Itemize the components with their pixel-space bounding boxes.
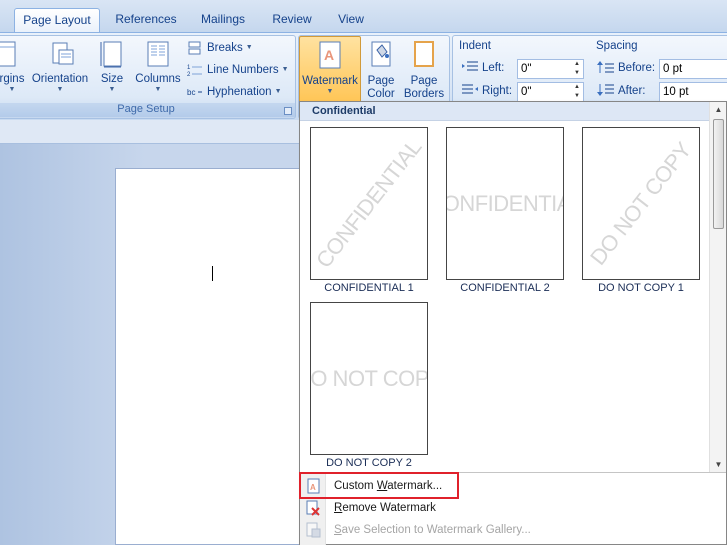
document-page[interactable] xyxy=(115,168,315,545)
indent-left-icon xyxy=(462,61,478,71)
watermark-thumbnail-do-not-copy-2[interactable]: DO NOT COPY xyxy=(310,302,428,455)
remove-watermark-label: Remove Watermark xyxy=(334,502,436,514)
watermark-preview-text: CONFIDENTIAL xyxy=(447,190,563,216)
breaks-icon xyxy=(188,41,201,55)
columns-icon xyxy=(147,41,169,67)
breaks-label: Breaks xyxy=(207,42,243,54)
orientation-icon xyxy=(52,42,74,65)
ribbon-tab-row: Page Layout References Mailings Review V… xyxy=(0,0,727,32)
hyphenation-label: Hyphenation xyxy=(207,86,272,98)
dialog-launcher-icon[interactable] xyxy=(284,107,292,115)
margins-button[interactable]: rgins ▼ xyxy=(0,40,27,102)
page-color-button[interactable]: PageColor ▼ xyxy=(363,40,399,112)
page-borders-label: Page Borders xyxy=(403,75,445,100)
spacing-after-input[interactable]: 10 pt xyxy=(659,82,727,102)
watermark-button[interactable]: A Watermark ▼ xyxy=(299,36,361,104)
size-label: Size xyxy=(100,73,124,85)
page-setup-group: rgins ▼ Orientation ▼ Size ▼ Columns ▼ B… xyxy=(0,35,296,119)
watermark-icon: A xyxy=(319,41,341,69)
columns-button[interactable]: Columns ▼ xyxy=(133,40,183,102)
spin-arrows-icon[interactable]: ▲ ▼ xyxy=(571,83,583,101)
custom-watermark-icon: A xyxy=(307,478,320,494)
chevron-down-icon: ▼ xyxy=(326,88,334,95)
svg-text:A: A xyxy=(324,47,334,63)
page-borders-button[interactable]: Page Borders xyxy=(401,40,447,102)
scroll-up-icon[interactable]: ▲ xyxy=(710,102,727,117)
save-selection-menu-item[interactable]: Save Selection to Watermark Gallery... xyxy=(300,519,726,541)
line-numbers-label: Line Numbers xyxy=(207,64,279,76)
indent-right-label: Right: xyxy=(482,85,513,97)
watermark-preview-text: DO NOT COPY xyxy=(585,137,697,270)
tab-page-layout[interactable]: Page Layout xyxy=(14,8,100,32)
indent-label: Indent xyxy=(459,40,491,52)
remove-watermark-menu-item[interactable]: Remove Watermark xyxy=(300,497,726,519)
chevron-down-icon: ▼ xyxy=(108,86,116,93)
spacing-after-label: After: xyxy=(618,85,646,97)
watermark-gallery: Confidential CONFIDENTIAL CONFIDENTIAL 1… xyxy=(299,101,727,545)
save-selection-icon xyxy=(306,522,321,538)
watermark-label: Watermark xyxy=(302,75,358,87)
chevron-down-icon: ▼ xyxy=(274,88,282,95)
thumbnail-caption: DO NOT COPY 2 xyxy=(326,457,412,469)
indent-left-input[interactable]: 0" ▲ ▼ xyxy=(517,59,584,79)
tab-mailings[interactable]: Mailings xyxy=(192,8,254,32)
tab-references[interactable]: References xyxy=(107,8,185,32)
spacing-before-input[interactable]: 0 pt xyxy=(659,59,727,79)
menu-separator xyxy=(300,472,726,473)
svg-text:bc: bc xyxy=(187,88,195,97)
spacing-label: Spacing xyxy=(596,40,638,52)
indent-left-label: Left: xyxy=(482,62,505,74)
watermark-thumbnail-do-not-copy-1[interactable]: DO NOT COPY xyxy=(582,127,700,280)
svg-text:1: 1 xyxy=(187,65,191,71)
chevron-down-icon: ▼ xyxy=(154,86,162,93)
gallery-section-header: Confidential xyxy=(300,102,709,121)
save-selection-label: Save Selection to Watermark Gallery... xyxy=(334,524,531,536)
indent-right-input[interactable]: 0" ▲ ▼ xyxy=(517,82,584,102)
chevron-down-icon: ▼ xyxy=(56,86,64,93)
svg-text:2: 2 xyxy=(187,72,191,77)
tab-review[interactable]: Review xyxy=(266,8,318,32)
spacing-before-label: Before: xyxy=(618,62,656,74)
page-borders-icon xyxy=(414,41,434,67)
page-size-icon xyxy=(100,41,122,68)
spacing-after-icon xyxy=(597,84,614,96)
thumbnail-caption: CONFIDENTIAL 1 xyxy=(324,282,414,294)
watermark-preview-text: DO NOT COPY xyxy=(310,365,428,391)
chevron-down-icon: ▼ xyxy=(8,86,16,93)
chevron-down-icon: ▼ xyxy=(281,66,289,73)
watermark-thumbnail-confidential-1[interactable]: CONFIDENTIAL xyxy=(310,127,428,280)
margins-icon xyxy=(0,41,16,67)
page-color-icon xyxy=(371,41,391,67)
watermark-preview-text: CONFIDENTIAL xyxy=(310,134,427,273)
custom-watermark-label: Custom Watermark... xyxy=(334,480,443,492)
thumbnail-caption: DO NOT COPY 1 xyxy=(598,282,684,294)
line-numbers-button[interactable]: 12 Line Numbers ▼ xyxy=(187,60,289,80)
custom-watermark-menu-item[interactable]: A Custom Watermark... xyxy=(300,475,726,497)
margins-label: rgins xyxy=(0,73,25,85)
columns-label: Columns xyxy=(135,73,181,85)
chevron-down-icon: ▼ xyxy=(245,44,253,51)
hyphenation-button[interactable]: bc Hyphenation ▼ xyxy=(187,82,282,102)
line-numbers-icon: 12 xyxy=(187,65,202,77)
breaks-button[interactable]: Breaks ▼ xyxy=(187,38,253,58)
spacing-before-icon xyxy=(597,61,614,73)
svg-text:A: A xyxy=(310,483,316,492)
indent-right-icon xyxy=(462,84,478,94)
size-button[interactable]: Size ▼ xyxy=(95,40,129,102)
spin-arrows-icon[interactable]: ▲ ▼ xyxy=(571,60,583,78)
orientation-button[interactable]: Orientation ▼ xyxy=(29,40,91,102)
orientation-label: Orientation xyxy=(31,73,89,85)
scroll-down-icon[interactable]: ▼ xyxy=(710,457,727,472)
tab-view[interactable]: View xyxy=(330,8,372,32)
page-setup-group-label: Page Setup xyxy=(0,103,295,117)
hyphenation-icon: bc xyxy=(187,88,202,97)
ruler-strip xyxy=(0,120,300,144)
watermark-thumbnail-confidential-2[interactable]: CONFIDENTIAL xyxy=(446,127,564,280)
remove-watermark-icon xyxy=(306,500,320,516)
scrollbar-thumb[interactable] xyxy=(713,119,724,229)
text-cursor xyxy=(212,266,213,281)
gallery-scrollbar[interactable]: ▲ ▼ xyxy=(709,102,726,472)
thumbnail-caption: CONFIDENTIAL 2 xyxy=(460,282,550,294)
